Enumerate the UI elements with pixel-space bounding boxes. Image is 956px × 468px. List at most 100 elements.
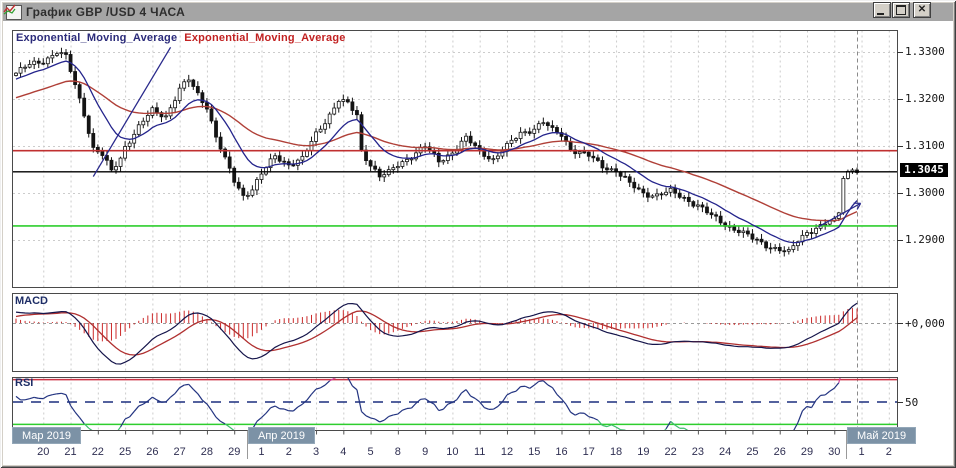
candle-body <box>668 187 673 193</box>
day-axis-label: 23 <box>691 446 705 458</box>
day-axis-label: 25 <box>118 446 132 458</box>
candle-body <box>327 113 332 125</box>
candle-body <box>618 171 623 177</box>
candle-body <box>195 86 200 94</box>
candle-body <box>109 159 114 171</box>
candle-body <box>50 54 55 59</box>
day-axis-label: 29 <box>228 446 241 458</box>
candle-body <box>300 155 305 161</box>
candle-body <box>114 166 118 171</box>
candle-body <box>314 131 318 142</box>
candle-body <box>695 204 700 207</box>
day-axis-label: 8 <box>394 446 401 458</box>
day-axis-label: 22 <box>91 446 104 458</box>
candle-body <box>273 155 278 160</box>
candle-body <box>523 131 528 134</box>
candle-body <box>232 167 237 183</box>
candle-body <box>73 71 77 86</box>
candle-body <box>718 215 723 224</box>
price-axis-label: 1.3200 <box>905 92 945 105</box>
candle-body <box>527 131 532 134</box>
day-axis-label: 26 <box>146 446 159 458</box>
candle-body <box>655 193 659 197</box>
chart-canvas[interactable] <box>0 0 956 468</box>
candle-body <box>623 175 628 178</box>
candle-body <box>791 245 796 250</box>
day-axis-label: 17 <box>582 446 595 458</box>
candle-body <box>191 79 196 87</box>
candle-body <box>41 62 46 65</box>
candle-body <box>545 122 550 126</box>
month-label-may: Май 2019 <box>847 427 917 444</box>
candle-body <box>805 232 809 236</box>
day-axis-label: 15 <box>528 446 541 458</box>
candle-body <box>550 125 555 128</box>
candle-body <box>364 149 368 162</box>
month-label-mar: Мар 2019 <box>12 427 82 444</box>
day-axis-label: 2 <box>885 446 892 458</box>
candle-body <box>709 212 714 216</box>
current-price-badge: 1.3045 <box>900 163 948 177</box>
candle-body <box>677 192 682 198</box>
macd-zero-label: +0,000 <box>905 317 945 330</box>
candle-body <box>464 135 468 142</box>
candle-body <box>255 179 259 191</box>
macd-panel[interactable] <box>12 293 898 372</box>
candle-body <box>732 225 737 231</box>
candle-body <box>82 97 87 117</box>
candle-body <box>164 115 168 118</box>
day-axis-label: 12 <box>500 446 514 458</box>
candle-body <box>750 233 755 240</box>
candle-body <box>14 72 18 76</box>
candle-body <box>100 151 105 156</box>
candle-body <box>595 157 600 161</box>
day-axis-label: 11 <box>473 446 486 458</box>
candle-body <box>636 187 641 190</box>
candle-body <box>277 155 282 162</box>
candle-body <box>673 187 678 194</box>
price-axis-label: 1.2900 <box>905 233 945 246</box>
candle-body <box>736 229 741 233</box>
candle-body <box>373 165 378 170</box>
day-axis-label: 2 <box>285 446 292 458</box>
candle-body <box>755 238 759 241</box>
candle-body <box>541 122 546 125</box>
candle-body <box>377 168 382 178</box>
candle-body <box>59 52 64 55</box>
candle-body <box>55 53 59 56</box>
candle-body <box>782 250 787 253</box>
candle-body <box>659 193 664 196</box>
candle-body <box>395 166 400 169</box>
candle-body <box>645 192 650 198</box>
candle-body <box>214 120 218 138</box>
candle-body <box>227 156 232 169</box>
candle-body <box>18 67 23 74</box>
candle-body <box>23 66 27 69</box>
candle-body <box>136 124 141 135</box>
candle-body <box>382 174 387 178</box>
main-panel[interactable] <box>12 30 898 288</box>
rsi-panel[interactable] <box>12 377 898 431</box>
candle-body <box>609 168 614 171</box>
candle-body <box>264 167 268 175</box>
candle-body <box>700 204 705 208</box>
candle-body <box>586 151 591 157</box>
candle-body <box>682 196 687 199</box>
candle-body <box>664 191 668 196</box>
candle-body <box>809 232 814 234</box>
day-axis-label: 16 <box>555 446 568 458</box>
candle-body <box>350 101 355 111</box>
candle-body <box>468 135 473 144</box>
candle-body <box>777 246 782 252</box>
day-axis-label: 25 <box>746 446 759 458</box>
candle-body <box>641 188 646 194</box>
candle-body <box>336 101 341 109</box>
candle-body <box>491 158 496 161</box>
price-axis-label: 1.3100 <box>905 139 945 152</box>
candle-body <box>32 60 37 65</box>
ema-slow-label: Exponential_Moving_Average <box>184 32 346 44</box>
candle-body <box>259 173 264 180</box>
day-axis-label: 26 <box>773 446 786 458</box>
candle-body <box>332 107 337 115</box>
candle-body <box>705 206 709 214</box>
